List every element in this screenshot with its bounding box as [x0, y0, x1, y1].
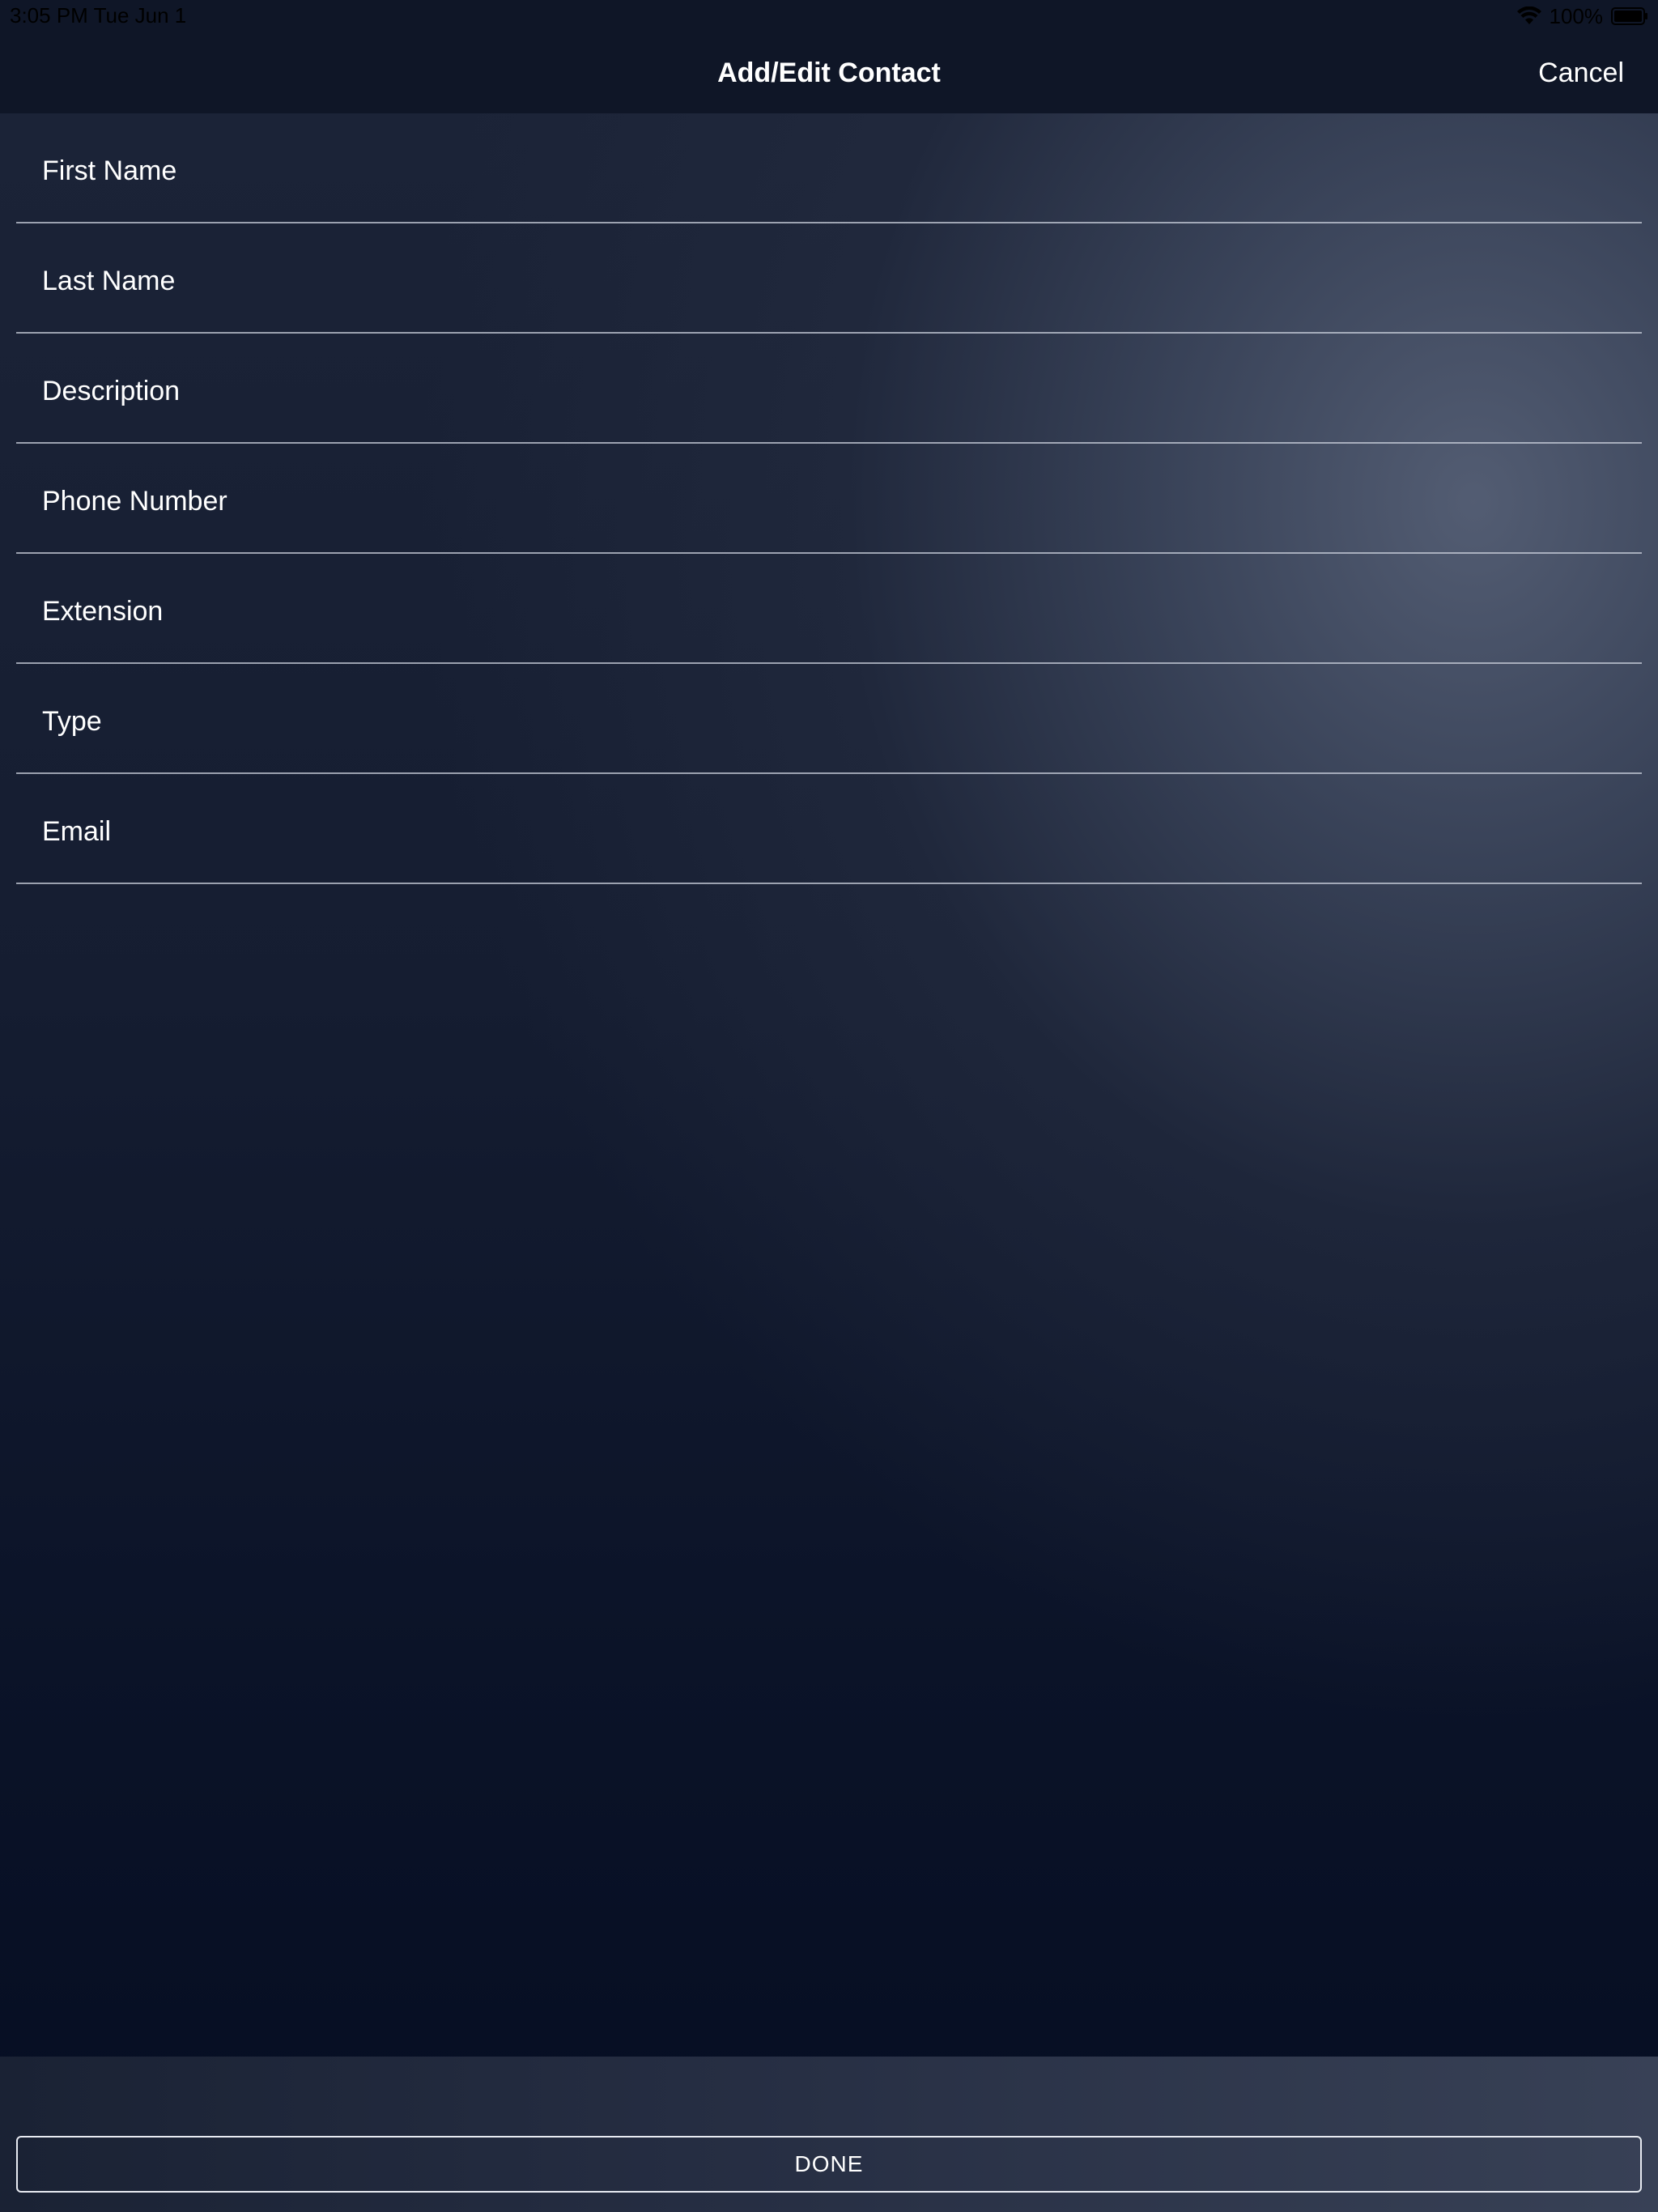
footer-bar: DONE	[0, 2057, 1658, 2212]
phone-number-field[interactable]	[42, 481, 1613, 521]
phone-number-row	[16, 444, 1642, 554]
battery-icon	[1611, 7, 1648, 25]
status-bar: 3:05 PM Tue Jun 1 100%	[0, 0, 1658, 32]
page-title: Add/Edit Contact	[717, 57, 941, 88]
email-row	[16, 774, 1642, 884]
email-field[interactable]	[42, 811, 1613, 852]
battery-percent: 100%	[1549, 3, 1604, 28]
wifi-icon	[1516, 6, 1541, 26]
last-name-field[interactable]	[42, 261, 1613, 301]
first-name-row	[16, 113, 1642, 223]
description-row	[16, 334, 1642, 444]
contact-form	[16, 113, 1642, 884]
cancel-button[interactable]: Cancel	[1538, 32, 1624, 113]
last-name-row	[16, 223, 1642, 334]
description-field[interactable]	[42, 371, 1613, 411]
extension-field[interactable]	[42, 591, 1613, 632]
navigation-bar: Add/Edit Contact Cancel	[0, 32, 1658, 113]
first-name-field[interactable]	[42, 151, 1613, 191]
status-time: 3:05 PM Tue Jun 1	[10, 3, 187, 28]
type-field[interactable]	[42, 701, 1613, 742]
extension-row	[16, 554, 1642, 664]
type-row	[16, 664, 1642, 774]
add-edit-contact-screen: 3:05 PM Tue Jun 1 100% Add/Edit Contact	[0, 0, 1658, 2212]
done-button[interactable]: DONE	[16, 2136, 1642, 2193]
status-indicators: 100%	[1516, 3, 1649, 29]
